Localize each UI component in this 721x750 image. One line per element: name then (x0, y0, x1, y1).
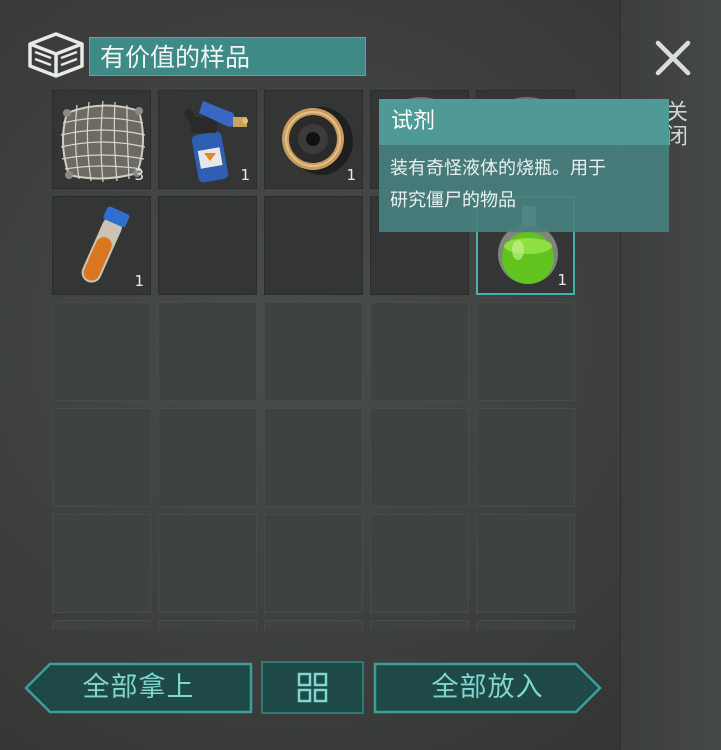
tooltip-description-line: 装有奇怪液体的烧瓶。用于 (390, 158, 606, 179)
grid-view-button[interactable] (261, 661, 364, 714)
item-quantity: 1 (557, 271, 567, 289)
grid-view-icon (297, 672, 328, 703)
inventory-slot-test-tube[interactable]: 1 (52, 196, 151, 295)
inventory-slot-empty[interactable] (264, 620, 363, 630)
put-all-label: 全部放入 (431, 672, 544, 703)
inventory-slot-empty[interactable] (370, 302, 469, 401)
tooltip-description-line: 研究僵尸的物品 (390, 190, 516, 211)
inventory-slot-empty[interactable] (158, 408, 257, 507)
inventory-slot-net[interactable]: 3 (52, 90, 151, 189)
tooltip-description: 装有奇怪液体的烧瓶。用于 研究僵尸的物品 (379, 145, 669, 217)
inventory-slot-empty[interactable] (158, 514, 257, 613)
take-all-button[interactable]: 全部拿上 (24, 662, 253, 714)
inventory-slot-empty[interactable] (476, 302, 575, 401)
inventory-slot-empty[interactable] (476, 408, 575, 507)
close-icon[interactable] (652, 37, 694, 79)
inventory-slot-empty[interactable] (52, 620, 151, 630)
inventory-slot-empty[interactable] (52, 514, 151, 613)
tooltip-title: 试剂 (379, 99, 669, 145)
item-quantity: 1 (134, 272, 144, 290)
inventory-slot-empty[interactable] (158, 196, 257, 295)
inventory-slot-empty[interactable] (52, 302, 151, 401)
inventory-slot-blowtorch[interactable]: 1 (158, 90, 257, 189)
inventory-slot-empty[interactable] (370, 514, 469, 613)
inventory-slot-empty[interactable] (52, 408, 151, 507)
inventory-slot-empty[interactable] (264, 196, 363, 295)
inventory-slot-empty[interactable] (476, 514, 575, 613)
inventory-slot-empty[interactable] (264, 302, 363, 401)
storage-box-icon (26, 30, 86, 80)
inventory-slot-empty[interactable] (370, 620, 469, 630)
inventory-slot-empty[interactable] (264, 514, 363, 613)
item-tooltip: 试剂 装有奇怪液体的烧瓶。用于 研究僵尸的物品 (379, 99, 669, 232)
put-all-button[interactable]: 全部放入 (373, 662, 602, 714)
item-quantity: 3 (134, 166, 144, 184)
inventory-slot-empty[interactable] (158, 620, 257, 630)
inventory-slot-empty[interactable] (476, 620, 575, 630)
container-title: 有价值的样品 (89, 37, 366, 76)
item-quantity: 1 (346, 166, 356, 184)
inventory-slot-empty[interactable] (264, 408, 363, 507)
inventory-slot-speaker[interactable]: 1 (264, 90, 363, 189)
item-quantity: 1 (240, 166, 250, 184)
take-all-label: 全部拿上 (82, 672, 195, 703)
inventory-slot-empty[interactable] (158, 302, 257, 401)
inventory-slot-empty[interactable] (370, 408, 469, 507)
